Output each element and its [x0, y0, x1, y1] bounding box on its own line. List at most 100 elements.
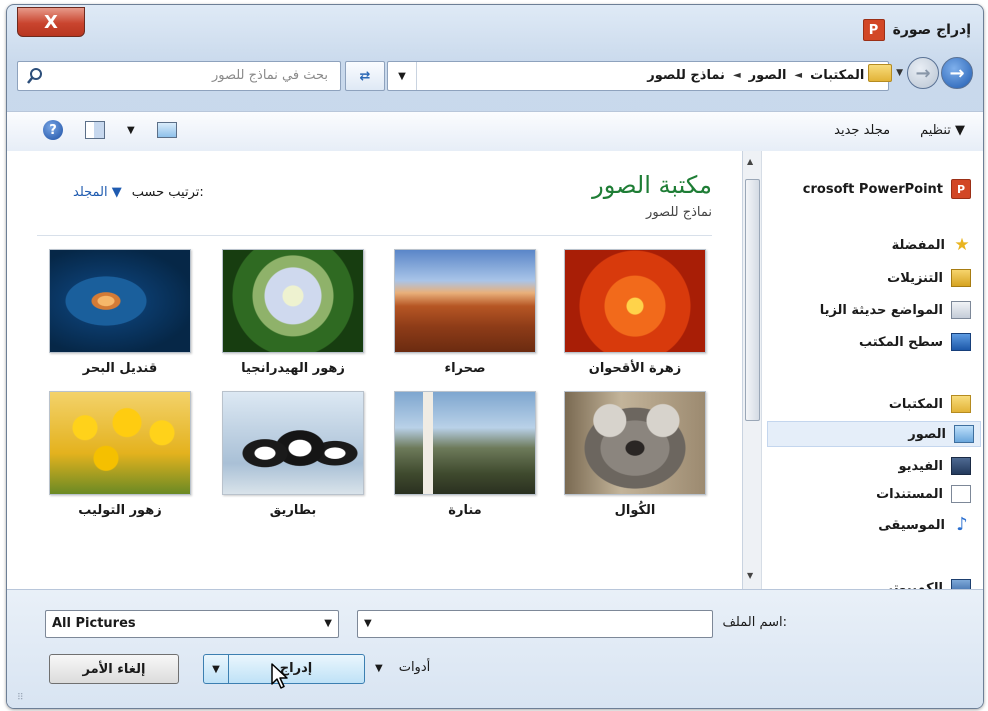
- koala-image: [564, 391, 706, 495]
- chevron-down-icon[interactable]: ▼: [364, 618, 372, 629]
- insert-options-dropdown[interactable]: ▼: [204, 655, 229, 683]
- back-button[interactable]: →: [941, 57, 973, 89]
- insert-button[interactable]: إدراج: [228, 661, 364, 676]
- close-button[interactable]: X: [17, 7, 85, 37]
- scrollbar-thumb[interactable]: [745, 179, 760, 421]
- breadcrumb-pictures[interactable]: الصور: [749, 68, 787, 83]
- file-thumbnail-lighthouse[interactable]: منارة: [390, 391, 540, 518]
- tools-menu[interactable]: ▼ أدوات: [375, 660, 430, 675]
- help-icon[interactable]: ?: [43, 120, 63, 140]
- sidebar-item-label: المواضع حديثة الزيا: [819, 302, 943, 318]
- search-input[interactable]: بحث في نماذج للصور: [17, 61, 341, 91]
- file-name-label: اسم الملف:: [722, 615, 787, 630]
- search-icon: [27, 68, 42, 84]
- recent-places-icon: [951, 301, 971, 319]
- arrange-by-dropdown[interactable]: المجلد ▼: [73, 185, 122, 200]
- sidebar-item-label: الفيديو: [898, 458, 943, 474]
- sidebar-item-label: crosoft PowerPoint: [802, 181, 943, 197]
- sidebar-item-desktop[interactable]: سطح المكتب: [859, 333, 971, 351]
- file-thumbnail-tulips[interactable]: زهور التوليب: [45, 391, 195, 518]
- arrange-by: ترتيب حسب: المجلد ▼: [73, 185, 204, 200]
- dialog-footer: All Pictures ▼ ▼ اسم الملف: إلغاء الأمر …: [7, 589, 983, 708]
- desert-image: [394, 249, 536, 353]
- divider: [37, 235, 712, 236]
- sidebar-item-label: سطح المكتب: [858, 334, 943, 350]
- scroll-down-icon[interactable]: ▼: [747, 571, 753, 580]
- sidebar-item-label: المكتبات: [888, 396, 943, 412]
- recent-pages-dropdown[interactable]: ▼: [896, 68, 903, 78]
- mouse-cursor-icon: [271, 663, 288, 689]
- file-name: صحراء: [444, 361, 486, 376]
- sidebar-item-computer[interactable]: الكمبيوتر: [886, 579, 971, 589]
- command-toolbar: تنظيم ▼ مجلد جديد ? ▼: [7, 111, 983, 153]
- file-view: مكتبة الصور نماذج للصور ترتيب حسب: المجل…: [7, 151, 742, 589]
- powerpoint-icon: P: [862, 19, 885, 41]
- file-name-input[interactable]: ▼: [357, 610, 713, 638]
- window-title-group: P إدراج صورة: [862, 19, 971, 41]
- sidebar-item-documents[interactable]: المستندات: [876, 485, 971, 503]
- sidebar-item-pictures[interactable]: الصور: [767, 421, 981, 447]
- file-name: بطاريق: [269, 503, 317, 518]
- search-placeholder: بحث في نماذج للصور: [211, 68, 328, 83]
- breadcrumb-separator-icon[interactable]: ◄: [794, 70, 802, 81]
- new-folder-button[interactable]: مجلد جديد: [834, 123, 890, 138]
- arrange-by-label: ترتيب حسب:: [131, 185, 204, 200]
- address-bar[interactable]: ▼ ◄ المكتبات ◄ الصور ◄ نماذج للصور: [387, 61, 889, 91]
- sidebar-item-downloads[interactable]: التنزيلات: [887, 269, 971, 287]
- file-thumbnail-jellyfish[interactable]: قنديل البحر: [45, 249, 195, 376]
- breadcrumb-separator-icon[interactable]: ◄: [733, 70, 741, 81]
- file-thumbnail-desert[interactable]: صحراء: [390, 249, 540, 376]
- tulips-image: [49, 391, 191, 495]
- library-subtitle: نماذج للصور: [646, 205, 712, 220]
- file-thumbnail-koala[interactable]: الكُوال: [560, 391, 710, 518]
- change-view-icon[interactable]: [156, 122, 177, 138]
- organize-button[interactable]: تنظيم ▼: [920, 123, 965, 138]
- forward-button[interactable]: →: [907, 57, 939, 89]
- breadcrumb-libraries[interactable]: المكتبات: [810, 68, 864, 83]
- scroll-up-icon[interactable]: ▲: [747, 157, 753, 166]
- chevron-down-icon: ▼: [375, 663, 383, 674]
- refresh-button[interactable]: ⇄: [345, 61, 385, 91]
- sidebar-item-favorites[interactable]: المفضلة ★: [891, 237, 971, 254]
- powerpoint-icon: P: [951, 179, 971, 199]
- pictures-icon: [954, 425, 974, 443]
- sidebar-item-label: الصور: [908, 426, 946, 442]
- resize-grip-icon[interactable]: ⠿: [17, 693, 29, 705]
- sidebar-item-recent-places[interactable]: المواضع حديثة الزيا: [820, 301, 971, 319]
- downloads-icon: [951, 269, 971, 287]
- computer-icon: [951, 579, 971, 589]
- sidebar-item-libraries[interactable]: المكتبات: [889, 395, 971, 413]
- sidebar-item-label: التنزيلات: [887, 270, 943, 286]
- sidebar-item-music[interactable]: الموسيقى ♪: [878, 514, 971, 535]
- file-thumbnail-chrysanthemum[interactable]: زهرة الأقحوان: [560, 249, 710, 376]
- documents-icon: [951, 485, 971, 503]
- file-type-select[interactable]: All Pictures ▼: [45, 610, 339, 638]
- music-icon: ♪: [956, 514, 968, 535]
- videos-icon: [951, 457, 971, 475]
- file-name: الكُوال: [614, 503, 656, 518]
- chevron-down-icon: ▼: [398, 70, 406, 82]
- sidebar-item-videos[interactable]: الفيديو: [898, 457, 971, 475]
- sidebar-item-powerpoint[interactable]: crosoft PowerPoint P: [803, 179, 971, 199]
- breadcrumb-sample-pictures[interactable]: نماذج للصور: [647, 68, 725, 83]
- jellyfish-image: [49, 249, 191, 353]
- refresh-icon: ⇄: [359, 68, 371, 84]
- folder-icon: [868, 64, 893, 82]
- preview-pane-icon[interactable]: [85, 121, 105, 139]
- file-thumbnail-penguins[interactable]: بطاريق: [218, 391, 368, 518]
- insert-picture-dialog: X P إدراج صورة بحث في نماذج للصور ⇄ ▼ ◄ …: [6, 4, 984, 709]
- sidebar-item-label: الكمبيوتر: [885, 580, 943, 590]
- desktop-icon: [951, 333, 971, 351]
- cancel-button[interactable]: إلغاء الأمر: [49, 654, 179, 684]
- file-name: قنديل البحر: [82, 361, 158, 376]
- views-dropdown-icon[interactable]: ▼: [127, 125, 135, 136]
- navigation-pane: ▲ ▼ crosoft PowerPoint P المفضلة ★ التنز…: [742, 151, 983, 589]
- navigation-scrollbar[interactable]: ▲ ▼: [743, 151, 762, 589]
- lighthouse-image: [394, 391, 536, 495]
- address-dropdown-button[interactable]: ▼: [388, 62, 417, 90]
- sidebar-item-label: المفضلة: [891, 237, 945, 253]
- file-thumbnail-hydrangeas[interactable]: زهور الهيدرانجيا: [218, 249, 368, 376]
- tools-label: أدوات: [398, 660, 431, 675]
- file-type-value: All Pictures: [52, 616, 136, 631]
- breadcrumb: ◄ المكتبات ◄ الصور ◄ نماذج للصور: [647, 68, 880, 83]
